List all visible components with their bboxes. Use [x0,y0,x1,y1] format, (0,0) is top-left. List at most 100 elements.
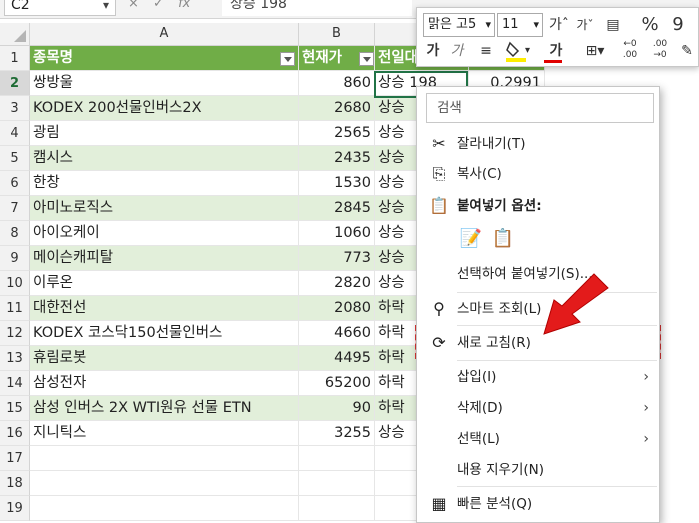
font-size-select[interactable]: 11 ▾ [497,13,543,37]
cell-price[interactable]: 773 [299,246,375,271]
paste-formatting-icon[interactable]: 📝 [459,227,483,251]
cell-name[interactable]: 이루온 [30,271,299,296]
row-header[interactable]: 8 [0,221,30,246]
row-header[interactable]: 3 [0,96,30,121]
cell-name[interactable] [30,496,299,521]
fill-color-icon[interactable]: ▾ [503,39,533,71]
menu-item-select[interactable]: 선택(L) › [417,424,661,454]
cell-name[interactable]: 대한전선 [30,296,299,321]
cell-price[interactable]: 2080 [299,296,375,321]
refresh-icon: ⟳ [432,333,446,352]
cancel-icon[interactable]: × [128,0,139,11]
shrink-font-button[interactable]: 가ˇ [573,13,597,37]
row-header[interactable]: 9 [0,246,30,271]
cell-name[interactable]: 지니틱스 [30,421,299,446]
increase-decimal-button[interactable]: ←0 .00 [617,39,643,61]
cell-price[interactable]: 1060 [299,221,375,246]
cell-name[interactable] [30,471,299,496]
cell-name[interactable]: KODEX 200선물인버스2X [30,96,299,121]
cell-price[interactable]: 90 [299,396,375,421]
select-all-button[interactable] [0,23,30,46]
filter-dropdown-icon[interactable] [359,52,374,66]
enter-icon[interactable]: ✓ [153,0,164,11]
cell-name[interactable]: 메이슨캐피탈 [30,246,299,271]
cell-price[interactable]: 860 [299,71,375,96]
bold-button[interactable]: 가 [423,39,443,63]
formula-input[interactable]: 상승 198 [222,0,412,16]
row-header[interactable]: 12 [0,321,30,346]
grow-font-button[interactable]: 가ˆ [547,13,571,37]
cell-price[interactable] [299,496,375,521]
row-header[interactable]: 10 [0,271,30,296]
cell-price[interactable]: 2845 [299,196,375,221]
row-header[interactable]: 2 [0,71,30,96]
row-header[interactable]: 17 [0,446,30,471]
cell-name[interactable]: 휴림로봇 [30,346,299,371]
cell-name[interactable]: 쌍방울 [30,71,299,96]
cell-name[interactable]: 삼성 인버스 2X WTI원유 선물 ETN [30,396,299,421]
menu-search-input[interactable]: 검색 [426,93,654,123]
menu-separator [457,486,657,487]
menu-item-delete[interactable]: 삭제(D) › [417,393,661,423]
row-header[interactable]: 14 [0,371,30,396]
row-header[interactable]: 11 [0,296,30,321]
name-box[interactable]: C2 ▾ [4,0,116,16]
menu-item-label: 빠른 분석(Q) [457,496,533,512]
font-color-button[interactable]: 가 [541,39,571,63]
cell-name[interactable]: 아미노로직스 [30,196,299,221]
accounting-format-icon[interactable]: ▤ [601,13,625,37]
cell-price[interactable]: 2820 [299,271,375,296]
comma-style-button[interactable]: 9 [667,13,689,37]
function-icon[interactable]: fx [178,0,190,11]
column-header-a[interactable]: A [30,23,299,46]
cell-name[interactable]: 아이오케이 [30,221,299,246]
row-header[interactable]: 13 [0,346,30,371]
paste-values-icon[interactable]: 📋 [491,227,515,251]
align-center-icon[interactable]: ≡ [475,39,497,63]
font-name-select[interactable]: 맑은 고5 ▾ [423,13,495,37]
menu-item-clear-contents[interactable]: 내용 지우기(N) [417,455,661,485]
cell-price[interactable]: 2565 [299,121,375,146]
cell-price[interactable]: 65200 [299,371,375,396]
chevron-down-icon[interactable]: ▾ [103,0,109,15]
row-header[interactable]: 16 [0,421,30,446]
cell-name[interactable]: 캠시스 [30,146,299,171]
mini-toolbar: 맑은 고5 ▾ 11 ▾ 가ˆ 가ˇ ▤ % 9 가 가 ≡ ▾ 가 ⊞▾ ←0 .… [416,7,699,67]
row-header[interactable]: 19 [0,496,30,521]
cell-price[interactable]: 2435 [299,146,375,171]
chevron-right-icon: › [643,431,649,447]
borders-icon[interactable]: ⊞▾ [579,39,611,63]
filter-dropdown-icon[interactable] [280,52,295,66]
format-painter-icon[interactable]: ✎ [677,39,697,63]
row-header[interactable]: 18 [0,471,30,496]
quick-analysis-icon: ▦ [431,494,447,513]
percent-style-button[interactable]: % [639,13,661,37]
row-header[interactable]: 7 [0,196,30,221]
cell-price[interactable]: 2680 [299,96,375,121]
row-header[interactable]: 15 [0,396,30,421]
cell-name[interactable]: KODEX 코스닥150선물인버스 [30,321,299,346]
menu-item-quick-analysis[interactable]: ▦ 빠른 분석(Q) [417,489,661,519]
header-cell-price[interactable]: 현재가 [299,46,375,71]
menu-item-copy[interactable]: ⎘ 복사(C) [417,159,661,189]
cell-price[interactable] [299,471,375,496]
cell-name[interactable]: 광림 [30,121,299,146]
menu-item-insert[interactable]: 삽입(I) › [417,362,661,392]
cell-price[interactable]: 4660 [299,321,375,346]
cell-name[interactable]: 삼성전자 [30,371,299,396]
row-header[interactable]: 5 [0,146,30,171]
cell-price[interactable]: 1530 [299,171,375,196]
column-header-b[interactable]: B [299,23,375,46]
cell-name[interactable]: 한창 [30,171,299,196]
header-cell-name[interactable]: 종목명 [30,46,299,71]
italic-button[interactable]: 가 [447,39,467,63]
cell-price[interactable]: 4495 [299,346,375,371]
row-header[interactable]: 1 [0,46,30,71]
row-header[interactable]: 4 [0,121,30,146]
cell-name[interactable] [30,446,299,471]
cell-price[interactable]: 3255 [299,421,375,446]
menu-item-cut[interactable]: ✂ 잘라내기(T) [417,129,661,159]
decrease-decimal-button[interactable]: .00 →0 [647,39,673,61]
cell-price[interactable] [299,446,375,471]
row-header[interactable]: 6 [0,171,30,196]
